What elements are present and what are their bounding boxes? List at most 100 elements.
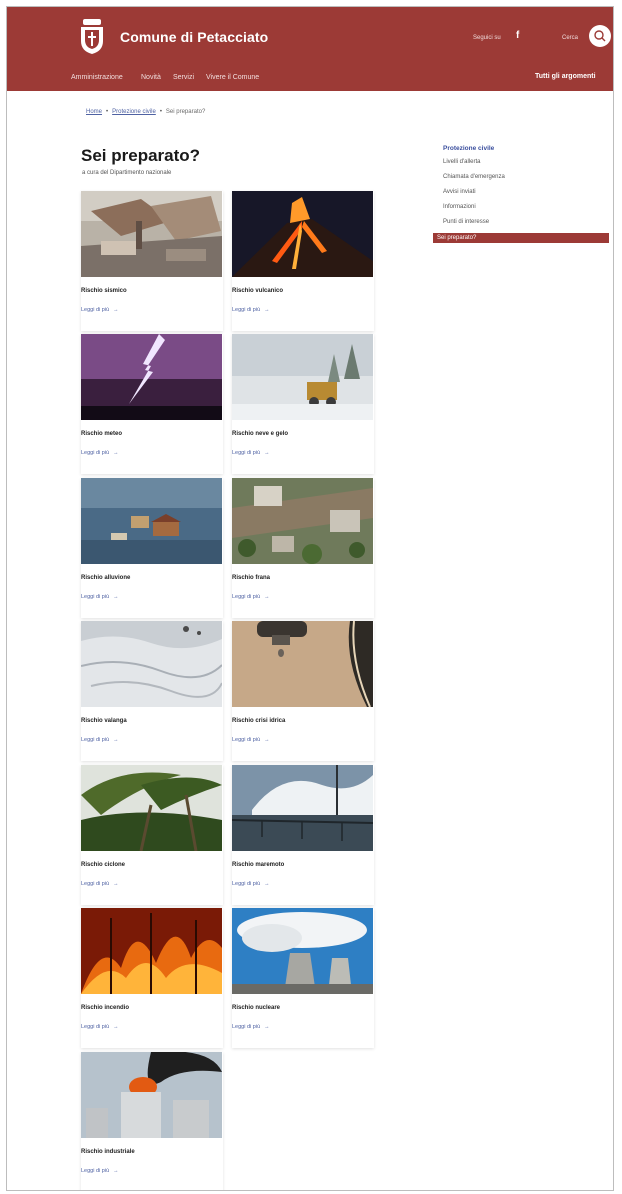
card-title: Rischio neve e gelo — [232, 431, 289, 437]
read-more-label: Leggi di più — [81, 737, 110, 743]
read-more-link[interactable]: Leggi di più → — [81, 881, 119, 887]
card-rischio-ciclone[interactable]: Rischio ciclone Leggi di più → — [81, 765, 223, 905]
read-more-label: Leggi di più — [81, 1168, 110, 1174]
read-more-label: Leggi di più — [81, 1024, 110, 1030]
sidebar-item-punti-interesse[interactable]: Punti di interesse — [443, 218, 609, 233]
breadcrumb: Home • Protezione civile • Sei preparato? — [86, 109, 205, 115]
arrow-right-icon: → — [113, 450, 119, 456]
read-more-link[interactable]: Leggi di più → — [81, 594, 119, 600]
arrow-right-icon: → — [264, 450, 270, 456]
snowplow-image — [232, 334, 373, 420]
read-more-link[interactable]: Leggi di più → — [232, 1024, 270, 1030]
sidebar-item-chiamata-emergenza[interactable]: Chiamata d'emergenza — [443, 173, 609, 188]
arrow-right-icon: → — [264, 737, 270, 743]
arrow-right-icon: → — [264, 594, 270, 600]
nav-item-vivere-il-comune[interactable]: Vivere il Comune — [206, 74, 259, 81]
read-more-link[interactable]: Leggi di più → — [232, 307, 270, 313]
page-subtitle: a cura del Dipartimento nazionale — [82, 170, 172, 176]
avalanche-snow-image — [81, 621, 222, 707]
nav-item-amministrazione[interactable]: Amministrazione — [71, 74, 123, 81]
site-title[interactable]: Comune di Petacciato — [120, 29, 268, 45]
facebook-icon[interactable]: f — [516, 30, 519, 41]
read-more-link[interactable]: Leggi di più → — [81, 737, 119, 743]
sidebar-heading[interactable]: Protezione civile — [443, 145, 609, 152]
read-more-link[interactable]: Leggi di più → — [81, 307, 119, 313]
all-topics-link[interactable]: Tutti gli argomenti — [535, 73, 596, 80]
card-rischio-alluvione[interactable]: Rischio alluvione Leggi di più → — [81, 478, 223, 618]
card-rischio-sismico[interactable]: Rischio sismico Leggi di più → — [81, 191, 223, 331]
card-title: Rischio incendio — [81, 1005, 130, 1011]
coat-of-arms-logo[interactable] — [77, 17, 107, 55]
nav-item-servizi[interactable]: Servizi — [173, 74, 194, 81]
card-title: Rischio ciclone — [81, 862, 126, 868]
arrow-right-icon: → — [264, 1024, 270, 1030]
read-more-label: Leggi di più — [232, 450, 261, 456]
card-rischio-industriale[interactable]: Rischio industriale Leggi di più → — [81, 1052, 223, 1190]
read-more-label: Leggi di più — [81, 307, 110, 313]
card-title: Rischio maremoto — [232, 862, 285, 868]
breadcrumb-protezione-civile[interactable]: Protezione civile — [112, 109, 156, 115]
search-button[interactable] — [589, 25, 611, 47]
read-more-link[interactable]: Leggi di più → — [81, 450, 119, 456]
sea-waves-image — [232, 765, 373, 851]
read-more-link[interactable]: Leggi di più → — [81, 1168, 119, 1174]
collapsed-building-image — [81, 191, 222, 277]
arrow-right-icon: → — [113, 594, 119, 600]
follow-us-label: Seguici su — [473, 35, 501, 41]
read-more-label: Leggi di più — [232, 307, 261, 313]
breadcrumb-separator: • — [106, 109, 109, 115]
arrow-right-icon: → — [113, 307, 119, 313]
erupting-volcano-image — [232, 191, 373, 277]
page-title: Sei preparato? — [81, 146, 201, 165]
read-more-link[interactable]: Leggi di più → — [232, 737, 270, 743]
nav-item-novita[interactable]: Novità — [141, 74, 161, 81]
card-rischio-vulcanico[interactable]: Rischio vulcanico Leggi di più → — [232, 191, 374, 331]
card-title: Rischio valanga — [81, 718, 127, 724]
card-title: Rischio meteo — [81, 431, 123, 437]
site-header: Comune di Petacciato Seguici su f Cerca … — [7, 7, 613, 91]
palm-trees-wind-image — [81, 765, 222, 851]
read-more-label: Leggi di più — [81, 594, 110, 600]
flooded-houses-image — [81, 478, 222, 564]
arrow-right-icon: → — [113, 1168, 119, 1174]
read-more-label: Leggi di più — [232, 737, 261, 743]
sidebar-item-livelli-allerta[interactable]: Livelli d'allerta — [443, 158, 609, 173]
read-more-link[interactable]: Leggi di più → — [232, 881, 270, 887]
card-rischio-valanga[interactable]: Rischio valanga Leggi di più → — [81, 621, 223, 761]
breadcrumb-separator: • — [159, 109, 162, 115]
read-more-link[interactable]: Leggi di più → — [232, 594, 270, 600]
card-rischio-incendio[interactable]: Rischio incendio Leggi di più → — [81, 908, 223, 1048]
card-rischio-frana[interactable]: Rischio frana Leggi di più → — [232, 478, 374, 618]
read-more-label: Leggi di più — [232, 881, 261, 887]
card-title: Rischio nucleare — [232, 1005, 281, 1011]
read-more-label: Leggi di più — [232, 1024, 261, 1030]
search-icon — [594, 30, 606, 42]
arrow-right-icon: → — [264, 881, 270, 887]
search-label[interactable]: Cerca — [562, 35, 578, 41]
sidebar-item-informazioni[interactable]: Informazioni — [443, 203, 609, 218]
sidebar-menu: Protezione civile Livelli d'allerta Chia… — [433, 145, 609, 243]
forest-fire-image — [81, 908, 222, 994]
card-title: Rischio vulcanico — [232, 288, 284, 294]
sidebar-item-sei-preparato[interactable]: Sei preparato? — [433, 233, 609, 243]
lightning-storm-image — [81, 334, 222, 420]
card-rischio-crisi-idrica[interactable]: Rischio crisi idrica Leggi di più → — [232, 621, 374, 761]
card-title: Rischio frana — [232, 575, 271, 581]
dripping-tap-image — [232, 621, 373, 707]
sidebar-item-avvisi-inviati[interactable]: Avvisi inviati — [443, 188, 609, 203]
arrow-right-icon: → — [264, 307, 270, 313]
card-rischio-neve-e-gelo[interactable]: Rischio neve e gelo Leggi di più → — [232, 334, 374, 474]
card-title: Rischio sismico — [81, 288, 127, 294]
read-more-link[interactable]: Leggi di più → — [232, 450, 270, 456]
burning-tanks-image — [81, 1052, 222, 1138]
read-more-label: Leggi di più — [81, 881, 110, 887]
card-rischio-meteo[interactable]: Rischio meteo Leggi di più → — [81, 334, 223, 474]
read-more-label: Leggi di più — [232, 594, 261, 600]
card-rischio-maremoto[interactable]: Rischio maremoto Leggi di più → — [232, 765, 374, 905]
arrow-right-icon: → — [113, 881, 119, 887]
read-more-link[interactable]: Leggi di più → — [81, 1024, 119, 1030]
breadcrumb-home[interactable]: Home — [86, 109, 102, 115]
breadcrumb-current: Sei preparato? — [165, 109, 206, 115]
card-rischio-nucleare[interactable]: Rischio nucleare Leggi di più → — [232, 908, 374, 1048]
card-title: Rischio alluvione — [81, 575, 131, 581]
